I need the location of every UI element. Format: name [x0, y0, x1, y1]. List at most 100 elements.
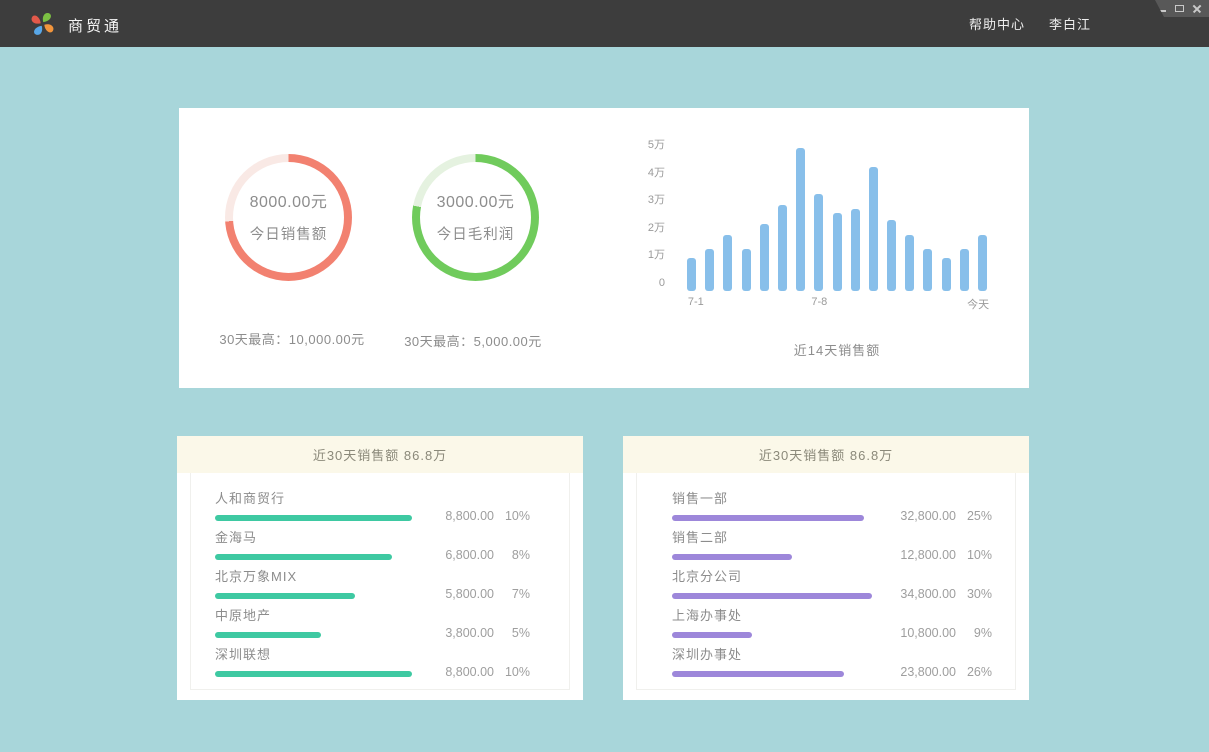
- item-percent: 10%: [494, 509, 530, 523]
- bar-chart-plot: [687, 145, 987, 287]
- customers-card-header: 近30天销售额 86.8万: [177, 436, 583, 473]
- profit-30d-max-note: 30天最高：5,000.00元: [373, 331, 573, 350]
- y-tick-label: 2万: [639, 221, 665, 235]
- y-tick-label: 5万: [639, 138, 665, 152]
- bar: [942, 258, 951, 291]
- sales-30d-max-note: 30天最高：10,000.00元: [192, 329, 392, 348]
- item-label: 销售二部: [672, 527, 792, 546]
- item-progress-bar: [215, 515, 412, 521]
- item-percent: 9%: [956, 626, 992, 640]
- item-amount: 10,800.00: [884, 626, 956, 640]
- y-tick-label: 1万: [639, 248, 665, 262]
- item-progress-bar: [215, 554, 392, 560]
- item-percent: 8%: [494, 548, 530, 562]
- x-tick-label: 7-1: [688, 296, 704, 308]
- list-item: 中原地产 3,800.005%: [215, 606, 530, 638]
- item-amount: 8,800.00: [422, 509, 494, 523]
- item-values: 12,800.0010%: [884, 548, 992, 562]
- item-values: 23,800.0026%: [884, 665, 992, 679]
- list-item: 北京分公司 34,800.0030%: [672, 567, 992, 599]
- pinwheel-logo-icon: [29, 10, 56, 37]
- bar: [905, 235, 914, 291]
- bar: [960, 249, 969, 292]
- item-amount: 5,800.00: [422, 587, 494, 601]
- item-amount: 6,800.00: [422, 548, 494, 562]
- maximize-icon[interactable]: [1175, 5, 1184, 12]
- item-percent: 30%: [956, 587, 992, 601]
- bar: [851, 209, 860, 291]
- bar-chart-yaxis: 5万4万3万2万1万0: [639, 128, 665, 298]
- item-label: 销售一部: [672, 488, 864, 507]
- bar: [978, 235, 987, 291]
- today-profit-value: 3000.00元: [437, 188, 515, 212]
- bar: [778, 205, 787, 292]
- y-tick-label: 3万: [639, 193, 665, 207]
- item-progress-bar: [672, 593, 872, 599]
- list-item: 销售二部 12,800.0010%: [672, 528, 992, 560]
- gauge-center: 3000.00元 今日毛利润: [412, 152, 539, 279]
- list-item: 人和商贸行 8,800.0010%: [215, 489, 530, 521]
- today-sales-gauge: 8000.00元 今日销售额: [225, 154, 352, 281]
- item-amount: 8,800.00: [422, 665, 494, 679]
- item-values: 34,800.0030%: [884, 587, 992, 601]
- sales-14d-bar-chart: 5万4万3万2万1万0 7-17-8今天 近14天销售额: [639, 128, 999, 378]
- today-profit-label: 今日毛利润: [437, 223, 515, 244]
- item-amount: 23,800.00: [884, 665, 956, 679]
- item-percent: 25%: [956, 509, 992, 523]
- item-progress-bar: [672, 554, 792, 560]
- item-label: 北京万象MIX: [215, 566, 355, 585]
- x-tick-label: 7-8: [811, 296, 827, 308]
- item-label: 中原地产: [215, 605, 321, 624]
- today-sales-label: 今日销售额: [250, 223, 328, 244]
- item-progress-bar: [672, 632, 752, 638]
- item-label: 深圳办事处: [672, 644, 844, 663]
- today-sales-value: 8000.00元: [250, 188, 328, 212]
- item-values: 8,800.0010%: [422, 665, 530, 679]
- y-tick-label: 4万: [639, 166, 665, 180]
- customers-list: 人和商贸行8,800.0010%金海马6,800.008%北京万象MIX5,80…: [215, 489, 530, 677]
- item-progress-bar: [672, 671, 844, 677]
- item-progress-bar: [215, 671, 412, 677]
- close-icon[interactable]: [1193, 5, 1201, 13]
- departments-card: 近30天销售额 86.8万 销售一部 32,800.0025% 销售二部 12,800…: [623, 436, 1029, 700]
- item-label: 金海马: [215, 527, 392, 546]
- list-item: 深圳办事处 23,800.0026%: [672, 645, 992, 677]
- item-progress-bar: [672, 515, 864, 521]
- bar: [887, 220, 896, 291]
- departments-card-header: 近30天销售额 86.8万: [623, 436, 1029, 473]
- item-percent: 5%: [494, 626, 530, 640]
- help-center-link[interactable]: 帮助中心: [969, 14, 1025, 33]
- list-item: 金海马 6,800.008%: [215, 528, 530, 560]
- topbar-menu: 帮助中心 李白江: [969, 0, 1091, 47]
- list-item: 销售一部 32,800.0025%: [672, 489, 992, 521]
- item-percent: 10%: [494, 665, 530, 679]
- item-progress-bar: [215, 593, 355, 599]
- minimize-icon[interactable]: [1157, 10, 1166, 12]
- bar: [687, 258, 696, 291]
- bar-chart-title: 近14天销售额: [687, 340, 987, 359]
- bar: [814, 194, 823, 292]
- x-tick-label: 今天: [967, 296, 989, 312]
- gauge-center: 8000.00元 今日销售额: [225, 152, 352, 279]
- item-percent: 26%: [956, 665, 992, 679]
- item-values: 5,800.007%: [422, 587, 530, 601]
- app-titlebar: 商贸通 帮助中心 李白江: [0, 0, 1209, 47]
- item-progress-bar: [215, 632, 321, 638]
- item-amount: 3,800.00: [422, 626, 494, 640]
- item-percent: 10%: [956, 548, 992, 562]
- item-values: 3,800.005%: [422, 626, 530, 640]
- item-label: 人和商贸行: [215, 488, 412, 507]
- item-amount: 32,800.00: [884, 509, 956, 523]
- item-label: 北京分公司: [672, 566, 872, 585]
- bar: [833, 213, 842, 291]
- bar: [760, 224, 769, 291]
- bar-chart-xaxis: 7-1 7-8 今天: [687, 296, 987, 312]
- item-values: 6,800.008%: [422, 548, 530, 562]
- list-item: 上海办事处10,800.009%: [672, 606, 992, 638]
- bar: [742, 249, 751, 292]
- item-label: 深圳联想: [215, 644, 412, 663]
- bar: [796, 148, 805, 291]
- list-item: 北京万象MIX 5,800.007%: [215, 567, 530, 599]
- user-menu[interactable]: 李白江: [1049, 14, 1091, 33]
- item-values: 8,800.0010%: [422, 509, 530, 523]
